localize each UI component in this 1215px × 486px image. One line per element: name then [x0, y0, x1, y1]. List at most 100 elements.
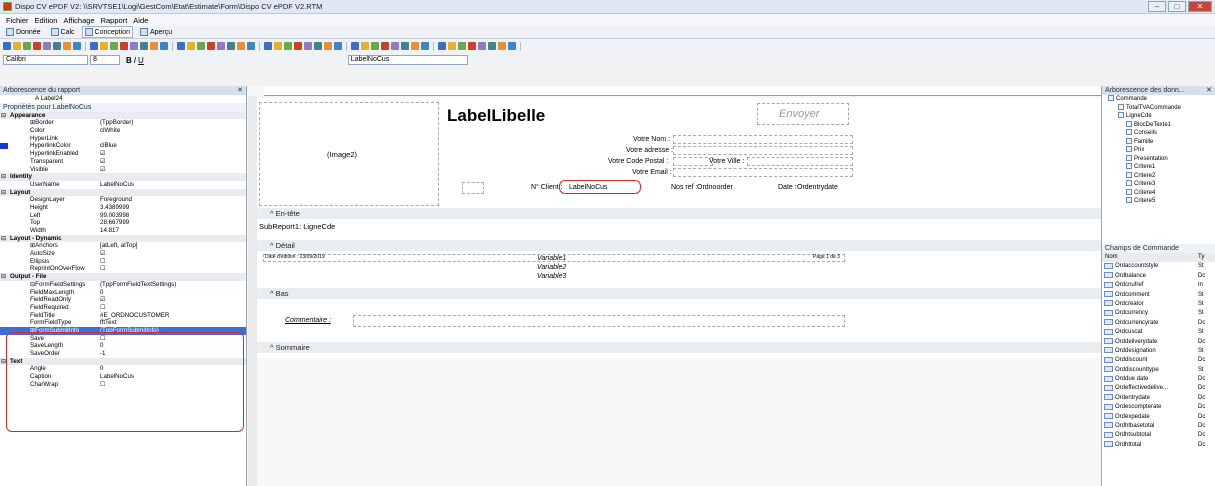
toolbar-icon[interactable]: [207, 42, 215, 50]
toolbar-icon[interactable]: [160, 42, 168, 50]
field-row[interactable]: Ordhtsubtotal Dc: [1102, 431, 1215, 440]
toolbar-icon[interactable]: [187, 42, 195, 50]
menu-affichage[interactable]: Affichage: [63, 16, 94, 25]
tab-apercu[interactable]: Aperçu: [137, 26, 175, 38]
toolbar-icon[interactable]: [177, 42, 185, 50]
toolbar-icon[interactable]: [334, 42, 342, 50]
data-tree-item[interactable]: Critere1: [1102, 163, 1215, 172]
toolbar-icon[interactable]: [13, 42, 21, 50]
property-row[interactable]: Color clWhite: [0, 127, 246, 135]
label-date[interactable]: Date :: [778, 184, 797, 191]
field-row[interactable]: Ordexpedate Dc: [1102, 413, 1215, 422]
toolbar-icon[interactable]: [401, 42, 409, 50]
field-row[interactable]: Orddiscounttype St: [1102, 366, 1215, 375]
band-detail[interactable]: ^ Détail: [257, 240, 1103, 251]
field-cp[interactable]: [673, 157, 713, 166]
small-box[interactable]: [462, 182, 484, 194]
toolbar-icon[interactable]: [438, 42, 446, 50]
minimize-button[interactable]: –: [1148, 1, 1166, 12]
toolbar-icon[interactable]: [351, 42, 359, 50]
property-row[interactable]: HyperlinkEnabled ☑: [0, 150, 246, 158]
field-row[interactable]: Ordcurrency St: [1102, 309, 1215, 318]
field-row[interactable]: Ordhttotal Dc: [1102, 441, 1215, 450]
property-category[interactable]: Output - File: [0, 273, 246, 281]
toolbar-icon[interactable]: [100, 42, 108, 50]
toolbar-icon[interactable]: [458, 42, 466, 50]
property-row[interactable]: ReprintOnOverFlow ☐: [0, 265, 246, 273]
data-tree-item[interactable]: Prix: [1102, 146, 1215, 155]
toolbar-icon[interactable]: [314, 42, 322, 50]
toolbar-icon[interactable]: [237, 42, 245, 50]
toolbar-icon[interactable]: [468, 42, 476, 50]
label-email[interactable]: Votre Email :: [632, 169, 672, 176]
data-tree-item[interactable]: Critere4: [1102, 188, 1215, 198]
label-adresse[interactable]: Votre adresse :: [626, 147, 673, 154]
maximize-button[interactable]: □: [1168, 1, 1186, 12]
band-sommaire[interactable]: ^ Sommaire: [257, 342, 1103, 353]
toolbar-icon[interactable]: [217, 42, 225, 50]
toolbar-icon[interactable]: [120, 42, 128, 50]
property-row[interactable]: FieldMaxLength 0: [0, 289, 246, 297]
property-row[interactable]: DesignLayer Foreground: [0, 196, 246, 204]
toolbar-icon[interactable]: [411, 42, 419, 50]
field-row[interactable]: Ordbalance Dc: [1102, 272, 1215, 281]
toolbar-icon[interactable]: [140, 42, 148, 50]
toolbar-icon[interactable]: [63, 42, 71, 50]
field-row[interactable]: Orddue date Dc: [1102, 375, 1215, 384]
toolbar-icon[interactable]: [197, 42, 205, 50]
property-row[interactable]: HyperLink: [0, 135, 246, 143]
property-category[interactable]: Layout: [0, 188, 246, 197]
property-row[interactable]: Top 28.667999: [0, 219, 246, 227]
toolbar-icon[interactable]: [324, 42, 332, 50]
toolbar-icon[interactable]: [304, 42, 312, 50]
field-row[interactable]: Orddeliverydate Dc: [1102, 337, 1215, 347]
tab-donnee[interactable]: Donnée: [3, 26, 44, 38]
variable2[interactable]: Variable2: [537, 264, 566, 271]
label-client[interactable]: N° Client :: [531, 184, 563, 191]
field-row[interactable]: Ordescompterate Dc: [1102, 403, 1215, 412]
toolbar-icon[interactable]: [110, 42, 118, 50]
label-commentaire[interactable]: Commentaire :: [285, 317, 331, 324]
property-row[interactable]: ⊞Border (TppBorder): [0, 119, 246, 127]
property-category[interactable]: Appearance: [0, 111, 246, 120]
data-tree-item[interactable]: Presentation: [1102, 154, 1215, 164]
field-ordentrydate[interactable]: Ordentrydate: [797, 184, 838, 191]
toolbar-icon[interactable]: [381, 42, 389, 50]
variable3[interactable]: Variable3: [537, 273, 566, 280]
toolbar-icon[interactable]: [371, 42, 379, 50]
data-tree-item[interactable]: TotalTVACommande: [1102, 103, 1215, 113]
toolbar-icon[interactable]: [488, 42, 496, 50]
toolbar-icon[interactable]: [33, 42, 41, 50]
underline-button[interactable]: U: [138, 56, 144, 65]
band-entete[interactable]: ^ En-tête: [257, 208, 1103, 219]
toolbar-icon[interactable]: [478, 42, 486, 50]
toolbar-icon[interactable]: [150, 42, 158, 50]
page-number[interactable]: Page 1 de 3: [813, 254, 840, 260]
property-row[interactable]: Left 99.003998: [0, 212, 246, 220]
menu-fichier[interactable]: Fichier: [6, 16, 29, 25]
toolbar-icon[interactable]: [73, 42, 81, 50]
data-tree-item[interactable]: Famille: [1102, 137, 1215, 147]
property-row[interactable]: Ellipsis ☐: [0, 258, 246, 266]
report-title[interactable]: LabelLibelle: [447, 106, 545, 126]
italic-button[interactable]: I: [134, 56, 136, 65]
property-row[interactable]: UserName LabelNoCus: [0, 181, 246, 189]
tree-item[interactable]: A Label24: [0, 95, 246, 103]
tab-calc[interactable]: Calc: [48, 26, 78, 38]
font-size-select[interactable]: 8: [90, 55, 120, 65]
variable1[interactable]: Variable1: [537, 255, 566, 262]
property-row[interactable]: Width 14.817: [0, 227, 246, 235]
field-row[interactable]: Ordentrydate Dc: [1102, 394, 1215, 403]
toolbar-icon[interactable]: [53, 42, 61, 50]
toolbar-icon[interactable]: [284, 42, 292, 50]
field-email[interactable]: [673, 168, 853, 177]
property-row[interactable]: AutoSize ☑: [0, 250, 246, 258]
band-bas[interactable]: ^ Bas: [257, 288, 1103, 299]
field-ordnoorder[interactable]: Ordnoorder: [697, 184, 733, 191]
field-row[interactable]: Ordcnufref In: [1102, 281, 1215, 290]
field-row[interactable]: Orddiscount Dc: [1102, 356, 1215, 365]
field-row[interactable]: Ordeffectivedelive... Dc: [1102, 384, 1215, 393]
component-name-field[interactable]: LabelNoCus: [347, 55, 468, 65]
field-row[interactable]: Ordcomment St: [1102, 290, 1215, 300]
field-row[interactable]: Ordcreator St: [1102, 300, 1215, 309]
